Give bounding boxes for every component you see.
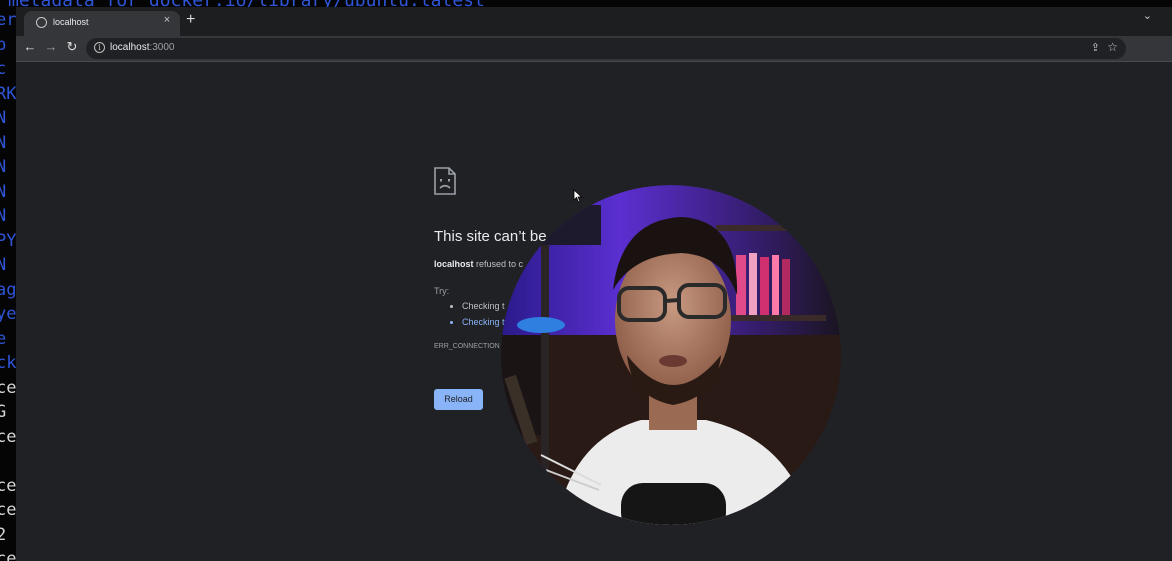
star-icon[interactable]: ☆	[1107, 40, 1118, 54]
browser-window: localhost × + ⌄ ← → ↻ i localhost:3000 ⇪…	[16, 7, 1172, 561]
url-host: localhost	[110, 42, 150, 53]
terminal-fragment: N	[0, 206, 7, 226]
webcam-overlay	[501, 185, 841, 525]
suggestion-item: Checking t	[462, 301, 505, 311]
terminal-fragment: N	[0, 181, 7, 202]
terminal-fragment	[0, 449, 16, 474]
new-tab-button[interactable]: +	[186, 11, 195, 29]
back-button[interactable]: ←	[21, 39, 39, 54]
terminal-left-fragments: er b c RK N N N N N PY Nag ye e ck ce Gce ce ce 2 ce	[0, 8, 16, 561]
tab-title: localhost	[53, 17, 89, 27]
terminal-fragment: e	[0, 328, 7, 349]
error-title: This site can’t be	[434, 228, 547, 245]
terminal-fragment: ye	[0, 304, 17, 324]
terminal-fragment: 2	[0, 524, 7, 545]
mouse-cursor-icon	[573, 189, 583, 203]
info-icon[interactable]: i	[94, 42, 105, 53]
terminal-fragment: ck	[0, 353, 17, 373]
terminal-fragment: c	[0, 59, 7, 79]
globe-icon	[36, 17, 47, 28]
error-host: localhost	[434, 259, 474, 269]
terminal-fragment: PY	[0, 230, 17, 251]
terminal-fragment: ce	[0, 549, 17, 561]
terminal-fragment: er	[0, 10, 17, 30]
chevron-down-icon[interactable]: ⌄	[1143, 9, 1152, 22]
terminal-fragment: N	[0, 157, 7, 177]
toolbar-divider	[16, 61, 1172, 62]
suggestion-link[interactable]: Checking t	[462, 317, 505, 327]
sad-page-icon	[434, 167, 456, 195]
terminal-fragment: ce	[0, 500, 17, 520]
tab-localhost[interactable]: localhost ×	[24, 11, 180, 36]
reload-button[interactable]: Reload	[434, 389, 483, 410]
address-bar[interactable]: i localhost:3000 ⇪ ☆	[86, 38, 1126, 59]
close-icon[interactable]: ×	[160, 14, 174, 26]
tab-strip: localhost × + ⌄	[16, 7, 1172, 36]
terminal-fragment: N	[0, 108, 7, 128]
reload-icon[interactable]: ↻	[63, 39, 81, 55]
share-icon[interactable]: ⇪	[1091, 41, 1100, 54]
terminal-fragment: ce	[0, 426, 17, 447]
terminal-fragment: RK	[0, 83, 17, 104]
suggestion-list: Checking t Checking t	[462, 301, 505, 333]
forward-button[interactable]: →	[42, 39, 60, 54]
terminal-fragment: b	[0, 34, 7, 55]
error-description: localhost refused to c	[434, 259, 523, 269]
terminal-fragment: ag	[0, 279, 17, 300]
terminal-fragment: N	[0, 255, 7, 275]
url-port: :3000	[149, 42, 175, 53]
try-label: Try:	[434, 286, 450, 296]
terminal-fragment: N	[0, 132, 7, 153]
error-description-text: refused to c	[473, 259, 524, 269]
terminal-fragment: ce	[0, 475, 17, 496]
url-text[interactable]: localhost:3000	[110, 42, 175, 53]
browser-toolbar: ← → ↻ i localhost:3000 ⇪ ☆	[16, 36, 1172, 61]
error-code: ERR_CONNECTION	[434, 343, 500, 350]
terminal-fragment: ce	[0, 377, 17, 398]
terminal-fragment: G	[0, 402, 7, 422]
